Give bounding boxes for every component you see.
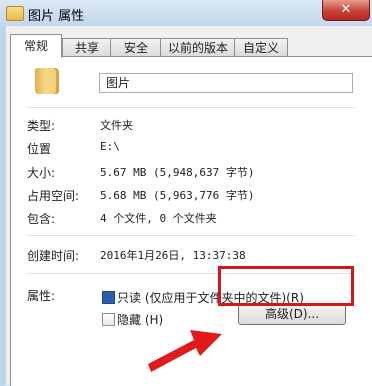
tab-customize[interactable]: 自定义 <box>234 38 288 57</box>
hidden-label: 隐藏 (H) <box>117 313 164 327</box>
tab-security[interactable]: 安全 <box>110 38 162 57</box>
tab-previous-versions[interactable]: 以前的版本 <box>160 38 236 57</box>
contains-label: 包含: <box>27 212 56 226</box>
title-bar: 图片 属性 ✕ <box>0 0 372 26</box>
type-label: 类型: <box>27 119 56 133</box>
hidden-checkbox[interactable] <box>102 313 115 326</box>
folder-icon <box>35 68 59 94</box>
disk-size-label: 占用空间: <box>27 189 80 203</box>
window-title: 图片 属性 <box>28 9 85 24</box>
folder-title-icon <box>6 6 24 21</box>
advanced-button[interactable]: 高级(D)... <box>238 303 346 325</box>
separator <box>27 235 355 236</box>
disk-size-value: 5.68 MB (5,963,776 字节) <box>100 189 255 202</box>
general-panel: 图片 类型: 文件夹 位置 E:\ 大小: 5.67 MB (5,948,637… <box>10 56 372 386</box>
close-icon: ✕ <box>340 2 352 17</box>
size-label: 大小: <box>27 166 56 180</box>
size-value: 5.67 MB (5,948,637 字节) <box>100 166 255 179</box>
location-label: 位置 <box>27 142 52 156</box>
readonly-checkbox[interactable] <box>102 291 115 304</box>
tab-sharing[interactable]: 共享 <box>62 38 112 57</box>
separator <box>27 107 355 108</box>
dialog-client: 常规 共享 安全 以前的版本 自定义 图片 类型: 文件夹 位置 E:\ 大小:… <box>6 26 372 386</box>
highlight-box <box>218 266 354 306</box>
created-label: 创建时间: <box>27 249 80 263</box>
created-value: 2016年1月26日, 13:37:38 <box>100 249 246 262</box>
close-button[interactable]: ✕ <box>322 0 370 21</box>
attributes-label: 属性: <box>27 289 56 303</box>
tab-general[interactable]: 常规 <box>10 34 62 58</box>
name-field[interactable]: 图片 <box>99 73 353 93</box>
contains-value: 4 个文件, 0 个文件夹 <box>100 212 217 225</box>
type-value: 文件夹 <box>100 119 133 132</box>
location-value: E:\ <box>100 140 120 153</box>
